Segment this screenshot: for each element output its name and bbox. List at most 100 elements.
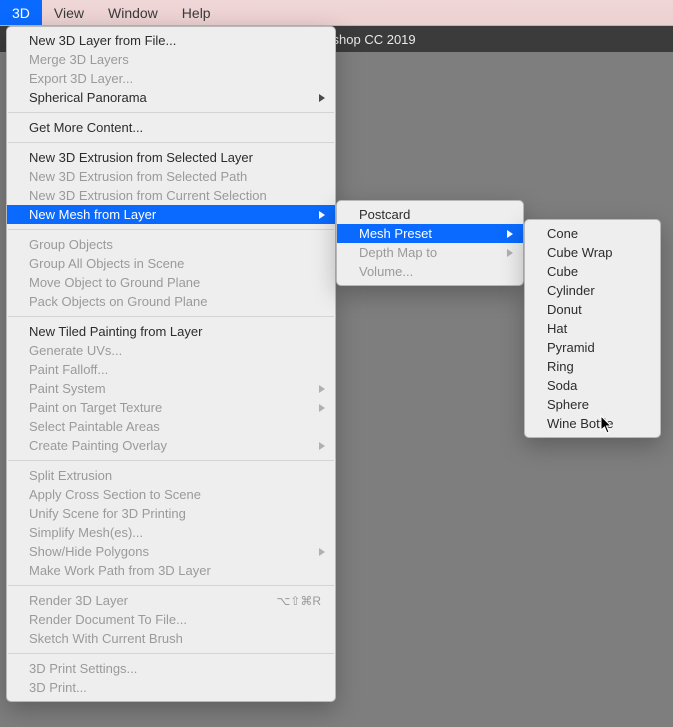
chevron-right-icon	[507, 249, 513, 257]
menu-item-label: Sketch With Current Brush	[29, 631, 321, 646]
menu-3d-item-split-extrusion: Split Extrusion	[7, 466, 335, 485]
menu-separator	[8, 112, 334, 113]
submenu2-item-cylinder[interactable]: Cylinder	[525, 281, 660, 300]
submenu2-item-soda[interactable]: Soda	[525, 376, 660, 395]
menu-item-label: Spherical Panorama	[29, 90, 321, 105]
menu-3d-item-create-painting-overlay: Create Painting Overlay	[7, 436, 335, 455]
submenu2-item-pyramid[interactable]: Pyramid	[525, 338, 660, 357]
menu-3d-item-new-3d-extrusion-from-selected-layer[interactable]: New 3D Extrusion from Selected Layer	[7, 148, 335, 167]
menu-item-label: Export 3D Layer...	[29, 71, 321, 86]
menu-3d-item-spherical-panorama[interactable]: Spherical Panorama	[7, 88, 335, 107]
submenu2-item-ring[interactable]: Ring	[525, 357, 660, 376]
menu-item-label: Ring	[547, 359, 646, 374]
menu-item-label: Show/Hide Polygons	[29, 544, 321, 559]
submenu2-item-sphere[interactable]: Sphere	[525, 395, 660, 414]
menubar-item-window[interactable]: Window	[96, 0, 170, 25]
submenu-new-mesh-from-layer: Postcard Mesh Preset Depth Map to Volume...	[336, 200, 524, 286]
menu-item-label: Simplify Mesh(es)...	[29, 525, 321, 540]
menu-3d-item-new-mesh-from-layer[interactable]: New Mesh from Layer	[7, 205, 335, 224]
menu-3d-item-paint-system: Paint System	[7, 379, 335, 398]
menu-item-label: Cube Wrap	[547, 245, 646, 260]
menu-separator	[8, 142, 334, 143]
menu-item-label: Donut	[547, 302, 646, 317]
menu-separator	[8, 653, 334, 654]
menu-3d-item-group-objects: Group Objects	[7, 235, 335, 254]
menu-item-label: Group Objects	[29, 237, 321, 252]
menu-shortcut: ⌥⇧⌘R	[276, 594, 321, 608]
menu-3d-item-generate-uvs: Generate UVs...	[7, 341, 335, 360]
menu-item-label: Postcard	[359, 207, 509, 222]
submenu2-item-cone[interactable]: Cone	[525, 224, 660, 243]
chevron-right-icon	[319, 211, 325, 219]
menu-item-label: Get More Content...	[29, 120, 321, 135]
menu-item-label: Pack Objects on Ground Plane	[29, 294, 321, 309]
menu-item-label: Pyramid	[547, 340, 646, 355]
menu-item-label: 3D Print...	[29, 680, 321, 695]
submenu2-item-cube[interactable]: Cube	[525, 262, 660, 281]
menu-item-label: 3D Print Settings...	[29, 661, 321, 676]
menu-item-label: Move Object to Ground Plane	[29, 275, 321, 290]
menu-item-label: Wine Bottle	[547, 416, 646, 431]
menu-item-label: Render 3D Layer	[29, 593, 256, 608]
menu-3d-item-new-3d-extrusion-from-current-selection: New 3D Extrusion from Current Selection	[7, 186, 335, 205]
menu-item-label: Create Painting Overlay	[29, 438, 321, 453]
menu-item-label: Unify Scene for 3D Printing	[29, 506, 321, 521]
submenu1-item-postcard[interactable]: Postcard	[337, 205, 523, 224]
menu-3d-item-move-object-to-ground-plane: Move Object to Ground Plane	[7, 273, 335, 292]
submenu1-item-depth-map-to: Depth Map to	[337, 243, 523, 262]
menu-3d-item-new-tiled-painting-from-layer[interactable]: New Tiled Painting from Layer	[7, 322, 335, 341]
menubar-item-help[interactable]: Help	[170, 0, 223, 25]
submenu-mesh-preset: Cone Cube Wrap Cube Cylinder Donut Hat Pyramid…	[524, 219, 661, 438]
menu-3d-item-sketch-with-current-brush: Sketch With Current Brush	[7, 629, 335, 648]
submenu2-item-cube-wrap[interactable]: Cube Wrap	[525, 243, 660, 262]
menu-item-label: Apply Cross Section to Scene	[29, 487, 321, 502]
menu-item-label: Split Extrusion	[29, 468, 321, 483]
menu-separator	[8, 460, 334, 461]
menu-3d-item-make-work-path-from-3d-layer: Make Work Path from 3D Layer	[7, 561, 335, 580]
menu-3d-item-3d-print: 3D Print...	[7, 678, 335, 697]
menu-item-label: New 3D Extrusion from Selected Layer	[29, 150, 321, 165]
menu-3d-item-get-more-content[interactable]: Get More Content...	[7, 118, 335, 137]
submenu1-item-volume: Volume...	[337, 262, 523, 281]
menu-item-label: Cube	[547, 264, 646, 279]
menu-separator	[8, 316, 334, 317]
menu-3d-item-new-3d-layer-from-file[interactable]: New 3D Layer from File...	[7, 31, 335, 50]
menu-item-label: Merge 3D Layers	[29, 52, 321, 67]
menu-3d-item-render-document-to-file: Render Document To File...	[7, 610, 335, 629]
chevron-right-icon	[319, 94, 325, 102]
menu-3d-item-unify-scene-for-3d-printing: Unify Scene for 3D Printing	[7, 504, 335, 523]
menu-item-label: Generate UVs...	[29, 343, 321, 358]
menu-3d-item-export-3d-layer: Export 3D Layer...	[7, 69, 335, 88]
submenu2-item-donut[interactable]: Donut	[525, 300, 660, 319]
submenu2-item-wine-bottle[interactable]: Wine Bottle	[525, 414, 660, 433]
menu-item-label: Mesh Preset	[359, 226, 509, 241]
menu-item-label: Make Work Path from 3D Layer	[29, 563, 321, 578]
chevron-right-icon	[319, 442, 325, 450]
menu-3d-item-group-all-objects-in-scene: Group All Objects in Scene	[7, 254, 335, 273]
menu-3d-item-paint-on-target-texture: Paint on Target Texture	[7, 398, 335, 417]
menu-item-label: Select Paintable Areas	[29, 419, 321, 434]
submenu1-item-mesh-preset[interactable]: Mesh Preset	[337, 224, 523, 243]
menu-item-label: Paint System	[29, 381, 321, 396]
menu-item-label: New 3D Extrusion from Current Selection	[29, 188, 321, 203]
menu-3d-item-paint-falloff: Paint Falloff...	[7, 360, 335, 379]
menu-item-label: Sphere	[547, 397, 646, 412]
menu-item-label: New Mesh from Layer	[29, 207, 321, 222]
menu-item-label: Cone	[547, 226, 646, 241]
menu-item-label: Render Document To File...	[29, 612, 321, 627]
menu-item-label: New Tiled Painting from Layer	[29, 324, 321, 339]
menu-3d-item-render-3d-layer: Render 3D Layer ⌥⇧⌘R	[7, 591, 335, 610]
menu-3d-item-new-3d-extrusion-from-selected-path: New 3D Extrusion from Selected Path	[7, 167, 335, 186]
chevron-right-icon	[319, 404, 325, 412]
menubar-item-3d[interactable]: 3D	[0, 0, 42, 25]
menu-item-label: Cylinder	[547, 283, 646, 298]
menubar: 3DViewWindowHelp	[0, 0, 673, 26]
submenu2-item-hat[interactable]: Hat	[525, 319, 660, 338]
menu-3d-item-3d-print-settings: 3D Print Settings...	[7, 659, 335, 678]
menu-3d-item-merge-3d-layers: Merge 3D Layers	[7, 50, 335, 69]
menu-item-label: New 3D Layer from File...	[29, 33, 321, 48]
menu-3d-item-apply-cross-section-to-scene: Apply Cross Section to Scene	[7, 485, 335, 504]
menu-item-label: Depth Map to	[359, 245, 509, 260]
menubar-item-view[interactable]: View	[42, 0, 96, 25]
chevron-right-icon	[319, 385, 325, 393]
